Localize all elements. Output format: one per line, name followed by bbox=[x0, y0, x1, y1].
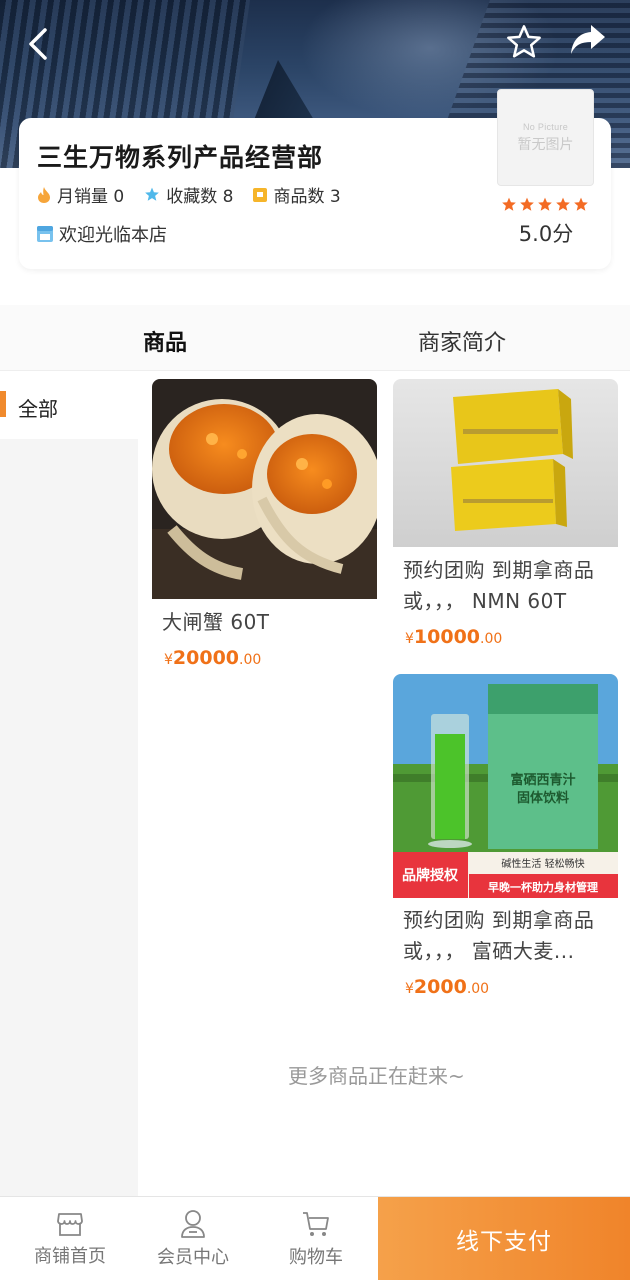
product-image: 富硒西青汁 固体饮料 品牌授权 碱性生活 轻松畅快 早晚一杯助力身材管理 bbox=[393, 674, 618, 898]
product-name: 预约团购 到期拿商品 或，，， NMN 60T bbox=[403, 558, 595, 613]
box-icon bbox=[253, 187, 268, 202]
product-card-nmn[interactable]: 预约团购 到期拿商品 或，，， NMN 60T ¥10000.00 bbox=[393, 379, 618, 659]
category-sidebar: 全部 bbox=[0, 371, 138, 1197]
shop-stats: 月销量 0 收藏数 8 商品数 3 bbox=[37, 182, 341, 207]
star-icon bbox=[502, 197, 516, 211]
shop-name: 三生万物系列产品经营部 bbox=[37, 143, 324, 172]
star-icon bbox=[556, 197, 570, 211]
product-card-crab[interactable]: 大闸蟹 60T ¥20000.00 bbox=[152, 379, 377, 679]
product-card-green-juice[interactable]: 富硒西青汁 固体饮料 品牌授权 碱性生活 轻松畅快 早晚一杯助力身材管理 预约团… bbox=[393, 674, 618, 1009]
product-count: 商品数 3 bbox=[253, 182, 341, 207]
sidebar-item-label: 全部 bbox=[18, 397, 58, 421]
svg-text:品牌授权: 品牌授权 bbox=[402, 867, 459, 884]
more-products-hint: 更多商品正在赶来~ bbox=[288, 1064, 465, 1088]
product-name: 预约团购 到期拿商品 或，，， 富硒大麦... bbox=[403, 908, 595, 963]
back-button[interactable] bbox=[20, 24, 56, 64]
favorite-button[interactable] bbox=[502, 22, 546, 62]
share-button[interactable] bbox=[566, 20, 610, 60]
favorite-count: 收藏数 8 bbox=[144, 182, 233, 207]
star-icon bbox=[574, 197, 588, 211]
active-indicator bbox=[0, 391, 6, 417]
sidebar-item-all[interactable]: 全部 bbox=[0, 371, 138, 439]
nav-member-center[interactable]: 会员中心 bbox=[143, 1197, 243, 1280]
nav-cart[interactable]: 购物车 bbox=[266, 1197, 366, 1280]
shop-icon bbox=[57, 1213, 83, 1236]
offline-pay-button[interactable]: 线下支付 bbox=[378, 1197, 630, 1280]
product-price: ¥2000.00 bbox=[405, 976, 490, 998]
tab-bar: 商品 商家简介 bbox=[0, 305, 630, 371]
rating-score: 5.0分 bbox=[518, 222, 574, 246]
cart-icon bbox=[303, 1212, 329, 1236]
monthly-sales: 月销量 0 bbox=[37, 182, 124, 207]
welcome-notice: 欢迎光临本店 bbox=[37, 221, 167, 247]
tab-goods[interactable]: 商品 bbox=[143, 325, 187, 357]
tab-merchant-intro[interactable]: 商家简介 bbox=[418, 325, 506, 357]
chevron-left-icon bbox=[29, 28, 47, 60]
product-image bbox=[393, 379, 618, 547]
star-icon bbox=[145, 187, 160, 201]
shop-logo-placeholder: No Picture 暂无图片 bbox=[497, 89, 594, 186]
rating-stars bbox=[501, 197, 589, 212]
nav-shop-home[interactable]: 商铺首页 bbox=[20, 1197, 120, 1280]
share-arrow-icon bbox=[571, 25, 605, 54]
user-icon bbox=[181, 1210, 205, 1238]
star-icon bbox=[538, 197, 552, 211]
store-icon bbox=[37, 226, 53, 242]
product-price: ¥20000.00 bbox=[164, 647, 262, 669]
flame-icon bbox=[38, 186, 50, 203]
product-name: 大闸蟹 60T bbox=[162, 610, 270, 634]
svg-text:富硒西青汁: 富硒西青汁 bbox=[510, 772, 575, 788]
product-image bbox=[152, 379, 377, 599]
star-icon bbox=[520, 197, 534, 211]
svg-text:固体饮料: 固体饮料 bbox=[517, 790, 569, 806]
product-price: ¥10000.00 bbox=[405, 626, 503, 648]
svg-text:碱性生活 轻松畅快: 碱性生活 轻松畅快 bbox=[501, 857, 584, 870]
bottom-navigation: 商铺首页 会员中心 购物车 线下支付 bbox=[0, 1196, 630, 1280]
star-outline-icon bbox=[507, 25, 541, 58]
svg-text:早晚一杯助力身材管理: 早晚一杯助力身材管理 bbox=[488, 880, 598, 894]
